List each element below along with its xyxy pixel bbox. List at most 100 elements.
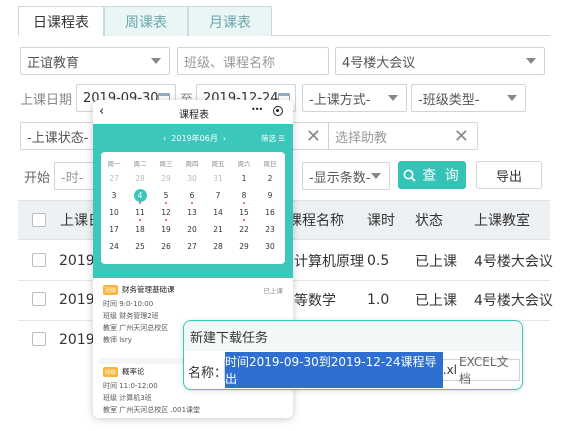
calendar-day[interactable]: 26 — [153, 242, 179, 251]
back-arrow-icon[interactable]: ‹ — [99, 104, 104, 119]
classroom-value: 4号楼大会议 — [342, 55, 416, 71]
calendar-day[interactable]: 1 — [231, 174, 257, 183]
calendar-day[interactable]: 29 — [153, 174, 179, 183]
calendar-day[interactable]: 17 — [101, 225, 127, 234]
close-icon[interactable]: ✕ — [454, 126, 469, 147]
page-size-value: -显示条数- — [309, 170, 371, 186]
calendar-day[interactable]: 9 — [257, 191, 283, 200]
row-checkbox[interactable] — [32, 332, 46, 346]
date-label: 上课日期 — [20, 92, 73, 108]
course-name: 概率论 — [122, 367, 145, 376]
file-type: EXCEL文档 — [459, 355, 509, 386]
header-course[interactable]: 课程名称 — [288, 200, 344, 240]
cell-room: 4号楼大会议 — [474, 293, 553, 309]
weekday-label: 周五 — [211, 160, 225, 168]
calendar-day[interactable]: 2 — [257, 174, 283, 183]
select-all-checkbox[interactable] — [32, 213, 46, 227]
event-dot — [243, 219, 245, 221]
calendar-day[interactable]: 4 — [133, 189, 147, 202]
status-select[interactable]: -上课状态- — [20, 122, 100, 150]
row-checkbox[interactable] — [32, 253, 46, 267]
calendar-day[interactable]: 7 — [205, 191, 231, 200]
calendar-day[interactable]: 13 — [179, 208, 205, 217]
course-class: 班级 计算机3班 — [103, 394, 152, 402]
clear-field[interactable]: ✕ — [290, 122, 330, 150]
event-dot — [165, 219, 167, 221]
cell-course: 计算机原理 — [294, 254, 364, 270]
calendar-day[interactable]: 30 — [257, 242, 283, 251]
chevron-down-icon — [371, 173, 381, 179]
calendar-day[interactable]: 25 — [127, 242, 153, 251]
search-label: 查 询 — [422, 168, 461, 184]
class-course-input[interactable]: 班级、课程名称 — [177, 47, 329, 75]
event-dot — [139, 219, 141, 221]
school-select[interactable]: 正谊教育 — [20, 47, 170, 75]
close-icon[interactable]: ✕ — [306, 126, 321, 147]
event-dot — [139, 202, 141, 204]
filename-input[interactable]: 时间2019-09-30到2019-12-24课程导出 .xl EXCEL文档 — [224, 352, 520, 388]
header-status[interactable]: 状态 — [415, 200, 443, 240]
class-badge: 班级 — [103, 366, 119, 377]
calendar-day[interactable]: 12 — [153, 208, 179, 217]
search-button[interactable]: 查 询 — [398, 161, 466, 189]
calendar-day[interactable]: 23 — [257, 225, 283, 234]
page-size-select[interactable]: -显示条数- — [302, 162, 390, 190]
calendar-day[interactable]: 5 — [153, 191, 179, 200]
target-icon[interactable] — [273, 106, 283, 116]
calendar-day[interactable]: 16 — [257, 208, 283, 217]
calendar-day[interactable]: 21 — [205, 225, 231, 234]
method-select[interactable]: -上课方式- — [302, 84, 407, 112]
calendar-day[interactable]: 31 — [205, 174, 231, 183]
header-hours[interactable]: 课时 — [367, 200, 395, 240]
chevron-down-icon — [526, 58, 536, 64]
calendar-day[interactable]: 27 — [179, 242, 205, 251]
calendar-day[interactable]: 24 — [101, 242, 127, 251]
school-value: 正谊教育 — [27, 55, 80, 71]
mobile-title: 课程表 — [179, 110, 209, 121]
calendar-day[interactable]: 6 — [179, 191, 205, 200]
tab-label: 周课表 — [125, 15, 167, 31]
calendar-day[interactable]: 20 — [179, 225, 205, 234]
assistant-input[interactable]: 选择助教 ✕ — [328, 122, 478, 150]
filter-toggle[interactable]: 筛选 ☰ — [261, 133, 285, 144]
weekday-label: 周三 — [159, 160, 173, 168]
cell-room: 4号楼大会议 — [474, 254, 553, 270]
calendar-month[interactable]: ‹ 2019年06月 › — [163, 133, 226, 144]
calendar-day[interactable]: 15 — [231, 208, 257, 217]
calendar-day[interactable]: 19 — [153, 225, 179, 234]
calendar-day[interactable]: 14 — [205, 208, 231, 217]
calendar-day[interactable]: 11 — [127, 208, 153, 217]
download-dialog: 新建下载任务 名称： 时间2019-09-30到2019-12-24课程导出 .x… — [183, 320, 523, 390]
event-dot — [243, 202, 245, 204]
more-icon[interactable]: ••• — [251, 105, 263, 114]
calendar-day[interactable]: 3 — [101, 191, 127, 200]
calendar-day[interactable]: 27 — [101, 174, 127, 183]
weekday-label: 周日 — [263, 160, 277, 168]
cell-hours: 0.5 — [367, 253, 390, 269]
calendar-day[interactable]: 18 — [127, 225, 153, 234]
calendar-day[interactable]: 10 — [101, 208, 127, 217]
classroom-select[interactable]: 4号楼大会议 — [335, 47, 545, 75]
status-value: -上课状态- — [27, 130, 89, 146]
tab-monthly-schedule[interactable]: 月课表 — [188, 6, 272, 37]
cell-status: 已上课 — [415, 254, 457, 270]
cell-status: 已上课 — [415, 293, 457, 309]
calendar-day[interactable]: 29 — [231, 242, 257, 251]
tab-daily-schedule[interactable]: 日课程表 — [18, 6, 104, 37]
calendar-day[interactable]: 22 — [231, 225, 257, 234]
filename-ext: .xl — [442, 363, 457, 377]
calendar-day[interactable]: 30 — [179, 174, 205, 183]
filter-label: 筛选 — [261, 134, 276, 143]
filename-selection: 时间2019-09-30到2019-12-24课程导出 — [225, 352, 443, 388]
export-button[interactable]: 导出 — [476, 161, 542, 189]
search-icon — [403, 169, 416, 182]
chevron-down-icon — [507, 95, 517, 101]
tab-weekly-schedule[interactable]: 周课表 — [104, 6, 188, 37]
class-type-select[interactable]: -班级类型- — [411, 84, 526, 112]
calendar-day[interactable]: 28 — [205, 242, 231, 251]
header-room[interactable]: 上课教室 — [474, 200, 530, 240]
calendar-day[interactable]: 28 — [127, 174, 153, 183]
dialog-title: 新建下载任务 — [184, 321, 522, 351]
row-checkbox[interactable] — [32, 292, 46, 306]
calendar-day[interactable]: 8 — [231, 191, 257, 200]
